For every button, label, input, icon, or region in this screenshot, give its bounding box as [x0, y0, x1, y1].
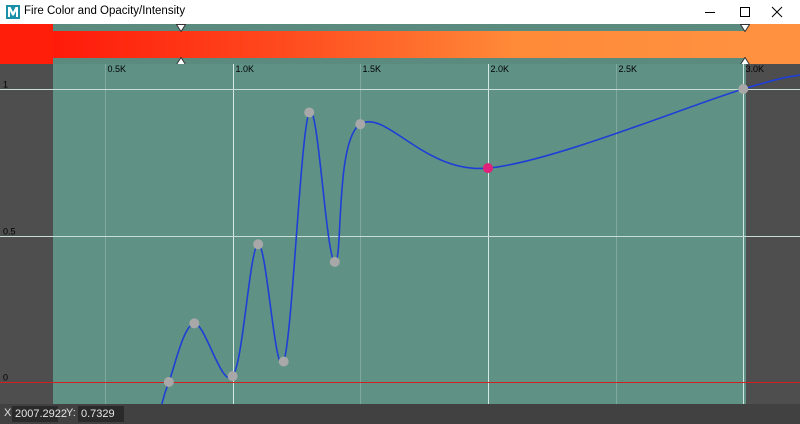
gradient-right-swatch[interactable] [746, 24, 800, 65]
y-tick-label: 1 [3, 80, 8, 90]
intensity-curve[interactable] [161, 74, 800, 404]
keyframe-point[interactable] [163, 377, 174, 387]
selected-keyframe-point[interactable] [482, 163, 493, 174]
keyframe-point[interactable] [278, 356, 289, 367]
maya-logo-icon [6, 5, 20, 19]
y-tick-label: 0 [3, 373, 8, 383]
x-label: X [4, 407, 12, 419]
x-tick-label: 2.0K [491, 64, 510, 74]
maximize-icon [740, 7, 750, 17]
x-tick-label: 1.5K [363, 64, 382, 74]
keyframe-point[interactable] [227, 371, 238, 382]
y-value-field[interactable]: 0.7329 [78, 406, 124, 422]
keyframe-point[interactable] [189, 318, 200, 329]
title-bar[interactable]: Fire Color and Opacity/Intensity [0, 0, 800, 24]
keyframe-point[interactable] [738, 84, 749, 94]
y-tick-label: 0.5 [3, 227, 16, 237]
keyframe-point[interactable] [304, 107, 315, 118]
x-tick-label: 1.0K [236, 64, 255, 74]
x-tick-label: 3.0K [746, 64, 765, 74]
gradient-left-swatch[interactable] [0, 24, 53, 65]
gradient-strip[interactable] [53, 31, 746, 58]
gradient-end-marker-top[interactable] [740, 24, 750, 32]
status-bar: X 2007.2922 Y: 0.7329 [0, 404, 800, 424]
intensity-curve-chart[interactable]: 0.5K 1.0K 1.5K 2.0K 2.5K 3.0K 1 0.5 0 [0, 64, 800, 404]
x-tick-label: 2.5K [619, 64, 638, 74]
x-tick-label: 0.5K [108, 64, 127, 74]
keyframe-point[interactable] [329, 256, 340, 267]
keyframe-point[interactable] [253, 239, 264, 250]
close-icon [771, 6, 783, 18]
gradient-stop-marker-top[interactable] [176, 24, 186, 32]
minimize-icon [705, 12, 715, 13]
close-button[interactable] [754, 0, 800, 24]
curve-graph[interactable]: 0.5K 1.0K 1.5K 2.0K 2.5K 3.0K 1 0.5 0 [0, 64, 800, 404]
keyframe-point[interactable] [355, 119, 366, 130]
y-label: Y: [66, 407, 76, 419]
x-value-field[interactable]: 2007.2922 [12, 406, 67, 422]
fire-color-window: Fire Color and Opacity/Intensity 0.5K 1.… [0, 0, 800, 424]
window-title: Fire Color and Opacity/Intensity [24, 5, 186, 17]
color-gradient-band[interactable] [0, 24, 800, 65]
